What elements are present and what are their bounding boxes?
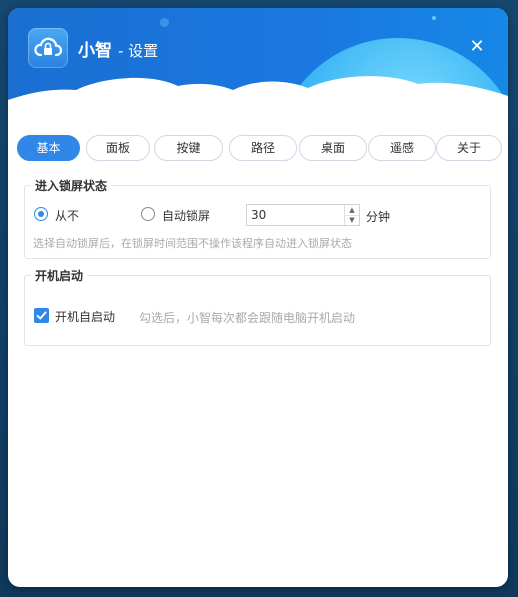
tab-panel[interactable]: 面板 [86,135,150,161]
settings-window: 小智 - 设置 ✕ 基本 面板 按键 路径 桌面 遥感 关于 进入锁屏状态 从不 … [8,8,508,587]
window-title: 小智 - 设置 [78,36,158,61]
startup-title: 开机启动 [31,267,88,284]
tab-desktop[interactable]: 桌面 [299,135,367,161]
tab-path[interactable]: 路径 [229,135,297,161]
cloud-lock-icon [28,28,68,68]
radio-never-label[interactable]: 从不 [55,207,79,224]
header-banner: 小智 - 设置 ✕ [8,8,508,120]
tab-about[interactable]: 关于 [436,135,502,161]
lock-screen-title: 进入锁屏状态 [31,177,112,194]
radio-auto-lock-label[interactable]: 自动锁屏 [162,207,210,224]
radio-auto-lock[interactable] [141,207,155,221]
title-suffix: - 设置 [118,42,159,60]
minutes-unit: 分钟 [366,210,391,224]
lock-minutes-input[interactable] [247,205,341,225]
close-icon: ✕ [469,36,485,57]
chevron-down-icon[interactable]: ▼ [345,215,359,225]
startup-checkbox-label[interactable]: 开机自启动 [55,308,115,325]
tab-keys[interactable]: 按键 [154,135,223,161]
lock-minutes-stepper[interactable]: ▲ ▼ [246,204,360,226]
app-name: 小智 [78,41,112,61]
startup-checkbox[interactable] [34,308,49,323]
stepper-arrows: ▲ ▼ [344,205,359,225]
lock-screen-hint: 选择自动锁屏后，在锁屏时间范围不操作该程序自动进入锁屏状态 [33,237,352,250]
tab-bar: 基本 面板 按键 路径 桌面 遥感 关于 [17,135,502,161]
startup-hint: 勾选后，小智每次都会跟随电脑开机启动 [139,311,356,325]
radio-never[interactable] [34,207,48,221]
tab-remote[interactable]: 遥感 [368,135,436,161]
close-button[interactable]: ✕ [466,36,488,58]
tab-basic[interactable]: 基本 [17,135,80,161]
cloud-decoration [8,76,508,120]
check-icon [36,311,47,320]
